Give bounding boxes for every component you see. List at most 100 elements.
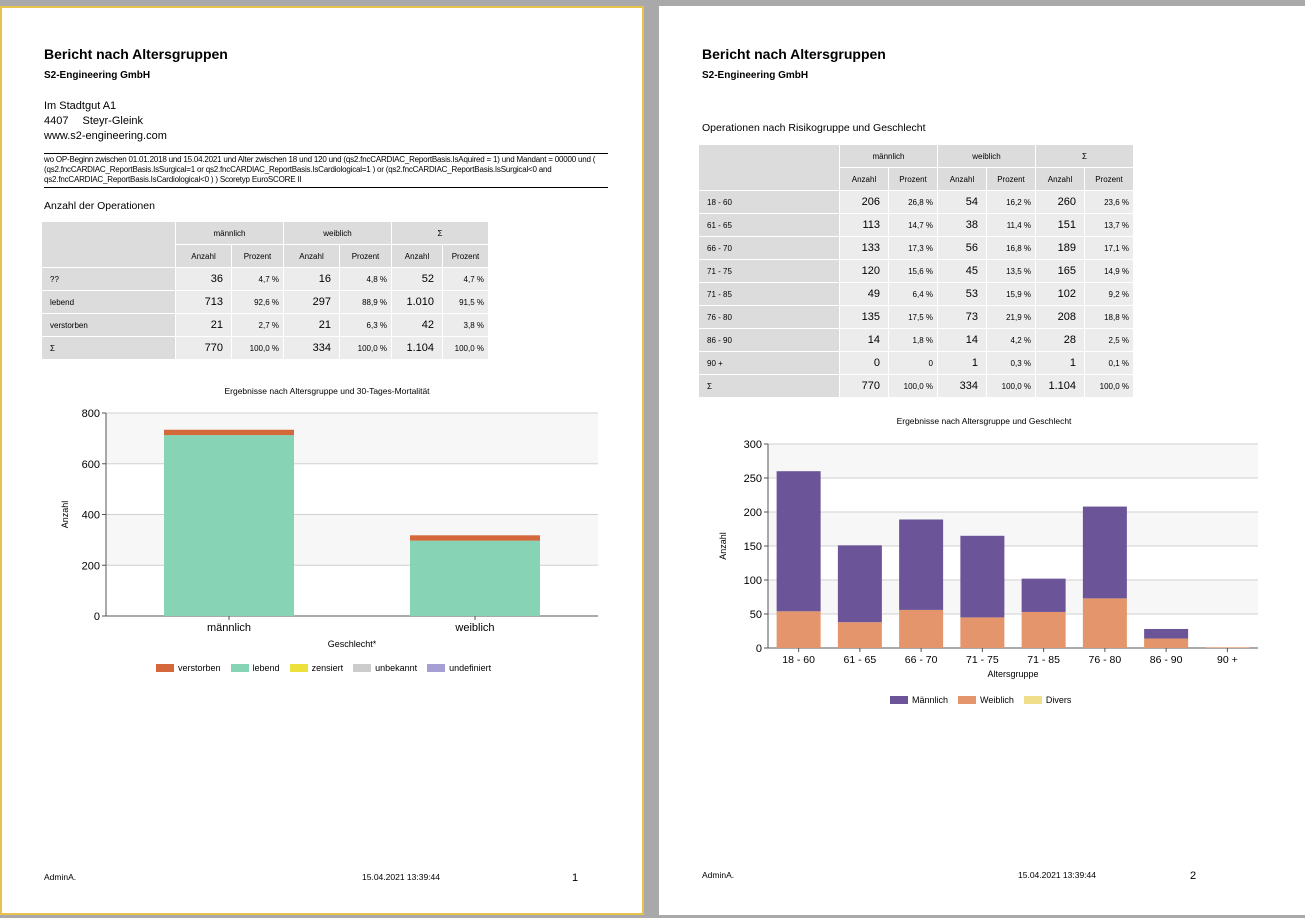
cell-sum-percent: 23,6 % — [1085, 191, 1133, 213]
risk-group-table: männlich weiblich Σ Anzahl Prozent Anzah… — [698, 144, 1134, 398]
report-page-2: Bericht nach Altersgruppen S2-Engineerin… — [659, 6, 1305, 915]
table-row: 90 +0 0 1 0,3 % 1 0,1 % — [699, 352, 1133, 374]
page-number: 1 — [572, 872, 579, 884]
table-row: ?? 36 4,7 % 16 4,8 % 52 4,7 % — [42, 268, 488, 290]
cell-female-percent: 16,2 % — [987, 191, 1035, 213]
age-gender-bar-chart: 0 50 100 150 200 250 300 18 - 60 61 - 65 66 - 70 7… — [718, 439, 1258, 679]
legend-label: Weiblich — [980, 695, 1014, 705]
cell-male-percent: 17,3 % — [889, 237, 937, 259]
header-count: Anzahl — [840, 168, 888, 190]
grid-band — [768, 478, 1258, 512]
header-percent: Prozent — [232, 245, 283, 267]
table-row: 71 - 75 120 15,6 % 45 13,5 % 165 14,9 % — [699, 260, 1133, 282]
legend-item: verstorben — [156, 663, 221, 673]
row-label: 86 - 90 — [699, 329, 839, 351]
bar-segment-lebend — [164, 435, 294, 616]
cell-male-count: 133 — [840, 237, 888, 259]
footer-user: AdminA. — [44, 872, 77, 882]
cell-male-count: 36 — [176, 268, 231, 290]
x-tick-label: 90 + — [1217, 654, 1238, 666]
bar-segment-männlich — [960, 535, 1005, 618]
cell-female-count: 56 — [938, 237, 986, 259]
page-number: 2 — [1190, 870, 1197, 882]
legend-swatch — [353, 664, 372, 672]
filter-criteria: wo OP-Beginn zwischen 01.01.2018 und 15.… — [44, 153, 608, 188]
cell-female-count: 38 — [938, 214, 986, 236]
legend-swatch — [958, 696, 977, 704]
company-name: S2-Engineering GmbH — [702, 70, 809, 81]
table-row: 61 - 65 113 14,7 % 38 11,4 % 151 13,7 % — [699, 214, 1133, 236]
cell-sum-count: 151 — [1036, 214, 1084, 236]
cell-male-percent: 14,7 % — [889, 214, 937, 236]
bar-segment-weiblich — [899, 609, 944, 648]
corner-cell — [42, 222, 175, 267]
table-row: lebend 713 92,6 % 297 88,9 % 1.010 91,5 % — [42, 291, 488, 313]
y-tick-label: 200 — [82, 560, 100, 572]
y-tick-label: 0 — [756, 643, 762, 655]
header-sum: Σ — [1036, 145, 1133, 167]
y-tick-label: 800 — [82, 408, 100, 420]
table-row: 76 - 80 135 17,5 % 73 21,9 % 208 18,8 % — [699, 306, 1133, 328]
cell-sum-count: 208 — [1036, 306, 1084, 328]
cell-male-count: 0 — [840, 352, 888, 374]
cell-sum-percent: 18,8 % — [1085, 306, 1133, 328]
legend-swatch — [1023, 696, 1042, 704]
table-row: 66 - 70 133 17,3 % 56 16,8 % 189 17,1 % — [699, 237, 1133, 259]
x-tick-label: 66 - 70 — [905, 654, 938, 666]
bar-segment-männlich — [776, 471, 821, 612]
chart2-title: Ergebnisse nach Altersgruppe und Geschle… — [896, 416, 1072, 426]
cell-male-count: 206 — [840, 191, 888, 213]
row-label: lebend — [42, 291, 175, 313]
cell-male-count: 113 — [840, 214, 888, 236]
cell-sum-count: 260 — [1036, 191, 1084, 213]
legend-swatch — [156, 664, 174, 672]
cell-sum-percent: 91,5 % — [443, 291, 488, 313]
header-male: männlich — [176, 222, 283, 244]
header-count: Anzahl — [392, 245, 442, 267]
legend-label: zensiert — [311, 663, 344, 673]
header-count: Anzahl — [284, 245, 339, 267]
cell-female-count: 1 — [938, 352, 986, 374]
header-percent: Prozent — [889, 168, 937, 190]
table-row: verstorben 21 2,7 % 21 6,3 % 42 3,8 % — [42, 314, 488, 336]
legend-item: Weiblich — [958, 695, 1014, 705]
row-label: 71 - 75 — [699, 260, 839, 282]
legend-swatch — [289, 664, 308, 672]
cell-sum-percent: 13,7 % — [1085, 214, 1133, 236]
cell-sum-count: 1.104 — [1036, 375, 1084, 397]
cell-sum-percent: 14,9 % — [1085, 260, 1133, 282]
cell-female-percent: 15,9 % — [987, 283, 1035, 305]
cell-female-percent: 11,4 % — [987, 214, 1035, 236]
cell-male-percent: 17,5 % — [889, 306, 937, 328]
cell-male-count: 770 — [840, 375, 888, 397]
bar-segment-weiblich — [837, 622, 882, 648]
bar-segment-männlich — [1082, 506, 1127, 599]
bar-segment-männlich — [837, 545, 882, 623]
bar-segment-männlich — [1144, 628, 1189, 639]
row-label: 18 - 60 — [699, 191, 839, 213]
address-city-line: 4407 Steyr-Gleink — [44, 114, 167, 129]
bar-segment-männlich — [1021, 578, 1066, 612]
cell-male-percent: 26,8 % — [889, 191, 937, 213]
cell-sum-count: 189 — [1036, 237, 1084, 259]
operations-table: männlich weiblich Σ Anzahl Prozent Anzah… — [41, 221, 489, 360]
grid-band — [768, 512, 1258, 546]
cell-male-percent: 1,8 % — [889, 329, 937, 351]
x-tick-label: 61 - 65 — [844, 654, 877, 666]
header-female: weiblich — [938, 145, 1035, 167]
cell-female-percent: 0,3 % — [987, 352, 1035, 374]
legend-label: unbekannt — [375, 663, 418, 673]
legend-label: verstorben — [178, 663, 221, 673]
cell-female-percent: 4,2 % — [987, 329, 1035, 351]
cell-female-percent: 100,0 % — [987, 375, 1035, 397]
cell-male-percent: 2,7 % — [232, 314, 283, 336]
cell-sum-count: 42 — [392, 314, 442, 336]
cell-sum-count: 1.104 — [392, 337, 442, 359]
y-tick-label: 0 — [94, 611, 100, 623]
cell-sum-count: 1.010 — [392, 291, 442, 313]
cell-sum-percent: 9,2 % — [1085, 283, 1133, 305]
section-title-operations: Anzahl der Operationen — [44, 200, 155, 212]
header-percent: Prozent — [443, 245, 488, 267]
legend-label: lebend — [252, 663, 280, 673]
cell-male-count: 770 — [176, 337, 231, 359]
